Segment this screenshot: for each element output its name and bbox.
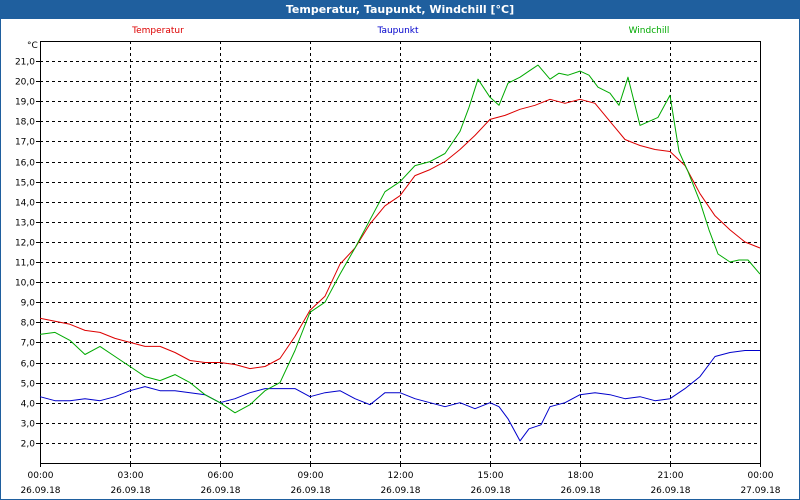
y-tick-label: 19,0 xyxy=(15,98,35,108)
x-tick-date-label: 26.09.18 xyxy=(20,486,60,496)
x-tick-time-label: 18:00 xyxy=(568,471,594,481)
y-tick-label: 11,0 xyxy=(15,259,35,269)
x-tick-time-label: 00:00 xyxy=(28,471,54,481)
x-tick-time-label: 03:00 xyxy=(118,471,144,481)
y-tick-label: 16,0 xyxy=(15,159,35,169)
y-tick-label: 17,0 xyxy=(15,138,35,148)
y-tick-label: 7,0 xyxy=(21,339,36,349)
y-tick-label: 15,0 xyxy=(15,179,35,189)
x-tick-date-label: 27.09.18 xyxy=(740,486,780,496)
y-tick-label: 5,0 xyxy=(21,380,36,390)
x-tick-date-label: 26.09.18 xyxy=(470,486,510,496)
legend-taupunkt: Taupunkt xyxy=(376,26,419,36)
line-chart: °C 2,0 3,0 4,0 5,0 6,0 7,0 8,0 9,0 10,0 11,0 12,0 1… xyxy=(15,26,781,496)
y-tick-label: 13,0 xyxy=(15,219,35,229)
legend-windchill: Windchill xyxy=(629,26,670,36)
axis-labels: °C 2,0 3,0 4,0 5,0 6,0 7,0 8,0 9,0 10,0 11,0 12,0 1… xyxy=(15,41,781,496)
y-tick-label: 4,0 xyxy=(21,400,36,410)
x-tick-date-label: 26.09.18 xyxy=(110,486,150,496)
y-axis-unit-label: °C xyxy=(27,41,38,51)
y-tick-label: 20,0 xyxy=(15,78,35,88)
y-tick-label: 8,0 xyxy=(21,319,36,329)
x-tick-time-label: 12:00 xyxy=(388,471,414,481)
y-tick-label: 6,0 xyxy=(21,360,36,370)
legend-temperatur: Temperatur xyxy=(131,26,184,36)
x-tick-date-label: 26.09.18 xyxy=(560,486,600,496)
x-tick-time-label: 15:00 xyxy=(478,471,504,481)
x-tick-date-label: 26.09.18 xyxy=(290,486,330,496)
grid-lines xyxy=(36,41,761,467)
y-tick-label: 3,0 xyxy=(21,420,36,430)
y-tick-label: 18,0 xyxy=(15,118,35,128)
y-tick-label: 21,0 xyxy=(15,58,35,68)
y-tick-label: 12,0 xyxy=(15,239,35,249)
x-tick-time-label: 09:00 xyxy=(298,471,324,481)
x-tick-time-label: 00:00 xyxy=(748,471,774,481)
legend: Temperatur Taupunkt Windchill xyxy=(131,26,669,36)
y-tick-label: 10,0 xyxy=(15,279,35,289)
y-tick-label: 2,0 xyxy=(21,440,36,450)
x-tick-date-label: 26.09.18 xyxy=(650,486,690,496)
x-tick-date-label: 26.09.18 xyxy=(380,486,420,496)
x-tick-time-label: 21:00 xyxy=(658,471,684,481)
y-tick-label: 9,0 xyxy=(21,299,36,309)
x-tick-date-label: 26.09.18 xyxy=(200,486,240,496)
y-tick-label: 14,0 xyxy=(15,199,35,209)
x-tick-time-label: 06:00 xyxy=(208,471,234,481)
